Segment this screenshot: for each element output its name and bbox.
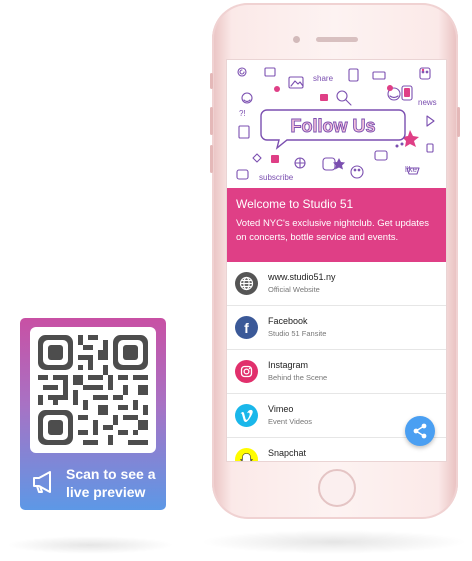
doodle-news: news <box>418 98 437 107</box>
list-item-subtitle: Behind the Scene <box>268 373 328 382</box>
qr-caption: Scan to see a live preview <box>66 466 156 500</box>
phone-frame: share news like subscribe ?! Follow Us W… <box>210 3 460 519</box>
vimeo-icon <box>235 404 258 427</box>
home-button[interactable] <box>318 469 356 507</box>
follow-us-headline: Follow Us <box>291 116 376 136</box>
facebook-icon: f <box>235 316 258 339</box>
instagram-icon <box>235 360 258 383</box>
share-button[interactable] <box>405 416 435 446</box>
list-item-title: www.studio51.ny <box>268 272 336 282</box>
list-item-instagram[interactable]: Instagram Behind the Scene <box>227 350 446 394</box>
phone-volume-up <box>210 107 213 135</box>
qr-preview-card: Scan to see a live preview <box>20 318 166 510</box>
list-item-title: Vimeo <box>268 404 294 414</box>
globe-icon <box>235 272 258 295</box>
phone-power-button <box>457 107 460 137</box>
list-item-website[interactable]: www.studio51.ny Official Website <box>227 262 446 306</box>
doodle-interrobang: ?! <box>239 109 246 118</box>
list-item-title: Instagram <box>268 360 309 370</box>
phone-screen: share news like subscribe ?! Follow Us W… <box>226 59 447 462</box>
phone-shadow <box>200 530 468 554</box>
list-item-title: Facebook <box>268 316 308 326</box>
megaphone-icon <box>33 471 51 493</box>
phone-volume-down <box>210 145 213 173</box>
front-camera <box>293 36 300 43</box>
welcome-description: Voted NYC's exclusive nightclub. Get upd… <box>236 218 429 243</box>
list-item-subtitle: Official Website <box>268 285 320 294</box>
welcome-title: Welcome to Studio 51 <box>236 197 354 211</box>
qr-card-shadow <box>6 536 174 554</box>
list-item-subtitle: Studio 51 Fansite <box>268 329 327 338</box>
list-item-title: Snapchat <box>268 448 307 458</box>
snapchat-icon <box>235 448 258 461</box>
share-icon <box>413 423 427 439</box>
follow-us-banner: share news like subscribe ?! Follow Us <box>227 60 446 188</box>
qr-code[interactable] <box>30 327 156 453</box>
doodle-like: like <box>405 165 418 174</box>
welcome-panel: Welcome to Studio 51 Voted NYC's exclusi… <box>227 188 446 262</box>
earpiece-speaker <box>316 37 358 42</box>
list-item-subtitle: Event Videos <box>268 417 313 426</box>
qr-code-graphic <box>38 335 148 445</box>
doodle-share: share <box>313 74 334 83</box>
doodle-subscribe: subscribe <box>259 173 294 182</box>
phone-silent-switch <box>210 73 213 89</box>
svg-text:f: f <box>244 320 249 336</box>
list-item-facebook[interactable]: f Facebook Studio 51 Fansite <box>227 306 446 350</box>
